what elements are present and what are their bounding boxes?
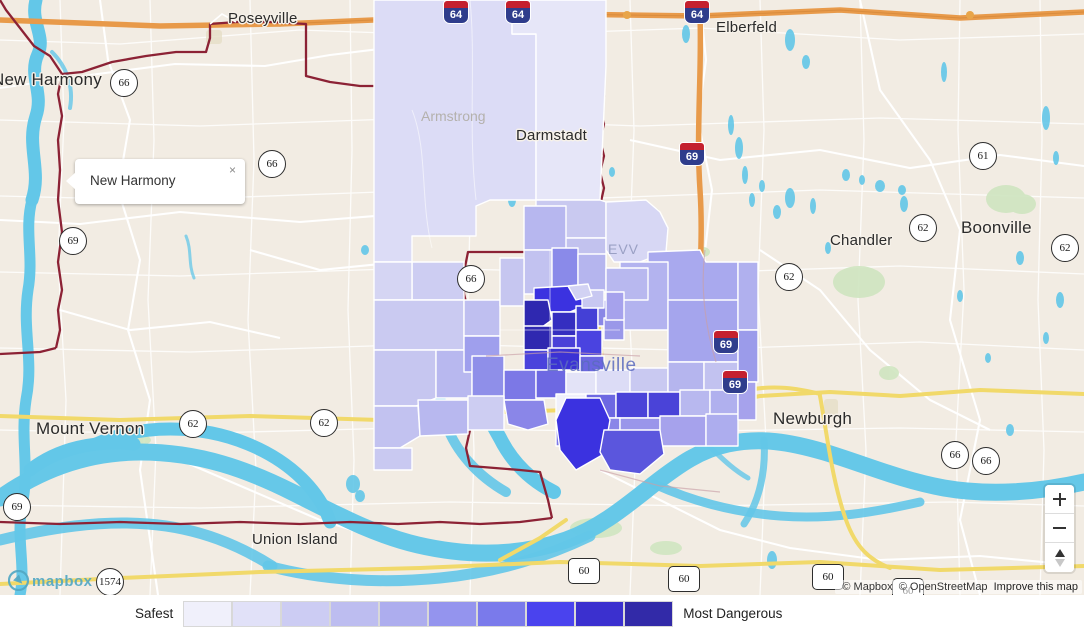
crime-legend: Safest Most Dangerous [0,595,1084,632]
legend-swatch-7 [526,600,576,627]
zoom-out-button[interactable] [1045,514,1074,543]
legend-swatch-5 [428,600,478,627]
map-attribution: © Mapbox © OpenStreetMap Improve this ma… [835,580,1082,594]
attribution-mapbox[interactable]: © Mapbox [842,581,892,593]
minus-icon [1053,527,1066,529]
legend-label-safest: Safest [135,606,174,621]
map-navigation-controls[interactable] [1045,485,1074,572]
legend-swatch-8 [575,600,625,627]
legend-swatch-2 [281,600,331,627]
map-canvas[interactable]: Poseyville Elberfeld New Harmony Darmstadt A… [0,0,1084,595]
zoom-in-button[interactable] [1045,485,1074,514]
map-popup[interactable]: New Harmony × [66,159,245,204]
legend-swatch-6 [477,600,527,627]
compass-south-arrow [1054,558,1065,567]
crime-map-app: Poseyville Elberfeld New Harmony Darmstadt A… [0,0,1084,632]
legend-swatch-0 [183,600,233,627]
svg-text:mapbox: mapbox [32,573,93,590]
popup-tip [66,172,76,190]
legend-swatches [183,600,674,627]
legend-swatch-1 [232,600,282,627]
attribution-osm[interactable]: © OpenStreetMap [899,581,988,593]
legend-swatch-9 [624,600,674,627]
compass-north-arrow [1054,548,1065,557]
mapbox-logo-icon: mapbox [8,570,93,591]
improve-this-map-link[interactable]: Improve this map [994,581,1078,593]
legend-label-most-dangerous: Most Dangerous [683,606,783,621]
legend-swatch-4 [379,600,429,627]
popup-title: New Harmony [90,173,176,188]
plus-icon-horizontal [1053,498,1066,500]
popup-close-icon[interactable]: × [226,161,239,179]
mapbox-logo[interactable]: mapbox [8,570,94,591]
map-vector-layer [0,0,1084,595]
legend-swatch-3 [330,600,380,627]
compass-button[interactable] [1045,543,1074,572]
